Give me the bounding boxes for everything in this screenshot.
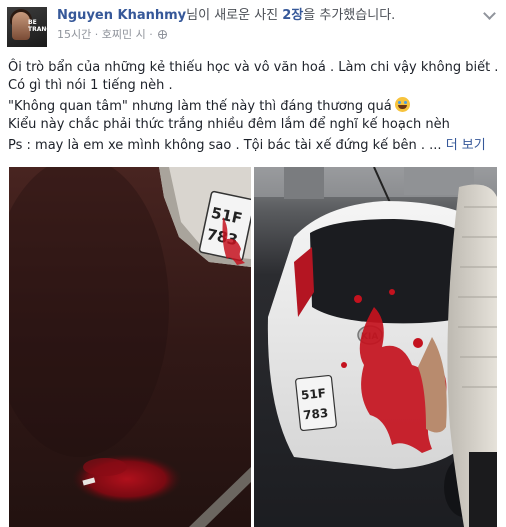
feed-post: BE TRANG Nguyen Khanhmy님이 새로운 사진 2장을 추가했… xyxy=(0,0,506,527)
globe-icon[interactable] xyxy=(158,30,168,39)
photo-1[interactable]: 51F 783 xyxy=(9,167,251,527)
car-rear-window xyxy=(310,219,468,324)
post-line-2: Có gì thì nói 1 tiếng nèh . xyxy=(8,78,173,93)
post-line-3-text: "Không quan tâm" nhưng làm thế này thì đ… xyxy=(8,99,392,114)
license-plate-right xyxy=(295,374,337,432)
activity-text-pre: 님이 새로운 사진 xyxy=(186,8,283,23)
avatar-text: BE TRANG xyxy=(28,19,47,33)
chevron-down-icon[interactable] xyxy=(481,7,497,23)
meta-separator-2: · xyxy=(145,28,157,41)
photo-2[interactable]: KIA 51F 783 xyxy=(254,167,497,527)
author-name[interactable]: Nguyen Khanhmy xyxy=(57,8,186,23)
see-more-link[interactable]: 더 보기 xyxy=(446,138,486,153)
photo-2-scene: KIA 51F 783 xyxy=(254,167,497,527)
photo-1-scene: 51F 783 xyxy=(9,167,251,527)
activity-text-post: 을 추가했습니다. xyxy=(303,8,396,23)
background-building xyxy=(284,167,324,199)
meta-separator: · xyxy=(91,28,102,41)
post-ps-text: Ps : may là em xe mình không sao . Tội b… xyxy=(8,138,442,153)
post-line-1: Ôi trò bẩn của những kẻ thiếu học và vô … xyxy=(8,60,499,75)
plate-right-line-1: 51F xyxy=(300,386,326,403)
laughing-emoji-icon xyxy=(394,97,410,112)
post-body: Ôi trò bẩn của những kẻ thiếu học và vô … xyxy=(8,59,499,155)
post-line-3: "Không quan tâm" nhưng làm thế này thì đ… xyxy=(8,95,494,116)
post-location[interactable]: 호찌민 시 xyxy=(102,28,146,41)
post-ps-line: Ps : may là em xe mình không sao . Tội b… xyxy=(8,137,494,155)
plate-right-line-2: 783 xyxy=(302,406,328,423)
activity-photo-count[interactable]: 2장 xyxy=(282,8,303,23)
post-meta: 15시간 · 호찌민 시 · xyxy=(57,27,168,43)
avatar[interactable]: BE TRANG xyxy=(7,7,47,47)
post-line-4: Kiểu này chắc phải thức trắng nhiều đêm … xyxy=(8,117,450,132)
post-header: Nguyen Khanhmy님이 새로운 사진 2장을 추가했습니다. xyxy=(57,6,477,26)
post-time[interactable]: 15시간 xyxy=(57,28,91,41)
